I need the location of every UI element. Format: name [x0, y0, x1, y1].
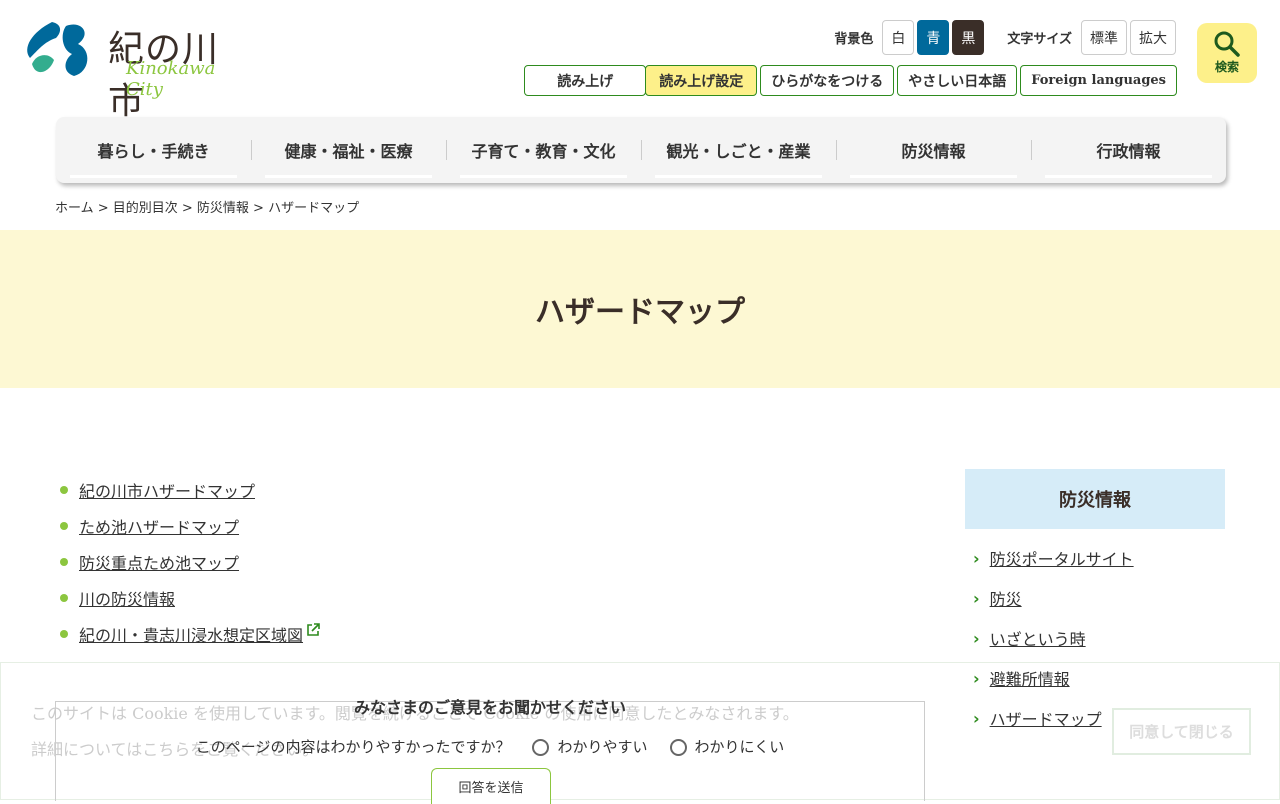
sidebar-item-portal[interactable]: › 防災ポータルサイト	[965, 538, 1134, 578]
nav-tourism[interactable]: 観光・しごと・産業	[641, 117, 836, 183]
read-aloud-button[interactable]: 読み上げ	[524, 65, 647, 96]
feedback-question: このページの内容はわかりやすかったですか？	[195, 738, 511, 756]
link-pond-hazard-map[interactable]: ため池ハザードマップ	[79, 514, 239, 538]
sidebar-item-label: 防災	[989, 590, 1022, 609]
font-size-label: 文字サイズ	[1007, 32, 1072, 47]
logo-mark-icon	[27, 22, 88, 76]
list-item: 紀の川市ハザードマップ	[60, 472, 320, 508]
nav-health[interactable]: 健康・福祉・医療	[251, 117, 446, 183]
sidebar-item-label: ハザードマップ	[989, 710, 1102, 729]
sidebar-item-disaster[interactable]: › 防災	[965, 578, 1134, 618]
chevron-right-icon: ›	[973, 668, 980, 688]
nav-living[interactable]: 暮らし・手続き	[56, 117, 251, 183]
nav-disaster[interactable]: 防災情報	[836, 117, 1031, 183]
easy-japanese-button[interactable]: やさしい日本語	[897, 65, 1018, 96]
sidebar-item-label: 防災ポータルサイト	[989, 550, 1134, 569]
bg-color-label: 背景色	[834, 32, 874, 47]
chevron-right-icon: ›	[973, 588, 980, 608]
hazard-links: 紀の川市ハザードマップ ため池ハザードマップ 防災重点ため池マップ 川の防災情報…	[60, 472, 320, 652]
chevron-right-icon: ›	[973, 628, 980, 648]
bg-white-button[interactable]: 白	[882, 20, 915, 55]
tool-buttons: 読み上げ 読み上げ設定 ひらがなをつける やさしい日本語 Foreign lan…	[524, 65, 1177, 96]
list-item: 防災重点ため池マップ	[60, 544, 320, 580]
global-nav: 暮らし・手続き 健康・福祉・医療 子育て・教育・文化 観光・しごと・産業 防災情…	[56, 117, 1226, 183]
submit-feedback-button[interactable]: 回答を送信	[431, 768, 551, 804]
page-title-band: ハザードマップ	[0, 230, 1280, 388]
link-flood-area-map[interactable]: 紀の川・貴志川浸水想定区域図	[79, 622, 303, 646]
sidebar-item-shelter[interactable]: › 避難所情報	[965, 658, 1134, 698]
foreign-languages-button[interactable]: Foreign languages	[1020, 65, 1177, 96]
sidebar: › 防災ポータルサイト › 防災 › いざという時 › 避難所情報 › ハザードマップ	[965, 538, 1134, 738]
breadcrumb[interactable]: ホーム > 目的別目次 > 防災情報 > ハザードマップ	[55, 197, 359, 216]
size-large-button[interactable]: 拡大	[1130, 20, 1176, 55]
radio-label: わかりやすい	[557, 738, 648, 756]
list-item: 川の防災情報	[60, 580, 320, 616]
search-button[interactable]: 検索	[1197, 23, 1257, 83]
list-item: ため池ハザードマップ	[60, 508, 320, 544]
chevron-right-icon: ›	[973, 708, 980, 728]
radio-easy[interactable]: わかりやすい	[532, 736, 648, 757]
sidebar-item-label: 避難所情報	[989, 670, 1070, 689]
sidebar-title: 防災情報	[965, 469, 1225, 529]
link-priority-pond-map[interactable]: 防災重点ため池マップ	[79, 550, 239, 574]
link-river-info[interactable]: 川の防災情報	[79, 586, 175, 610]
page-title: ハザードマップ	[535, 295, 745, 330]
bg-blue-button[interactable]: 青	[917, 20, 950, 55]
nav-education[interactable]: 子育て・教育・文化	[446, 117, 641, 183]
chevron-right-icon: ›	[973, 548, 980, 568]
sidebar-item-label: いざという時	[989, 630, 1086, 649]
size-standard-button[interactable]: 標準	[1081, 20, 1127, 55]
site-logo[interactable]: 紀の川市 Kinokawa City	[22, 20, 252, 122]
read-aloud-settings-button[interactable]: 読み上げ設定	[645, 65, 758, 96]
radio-icon[interactable]	[532, 739, 550, 756]
furigana-button[interactable]: ひらがなをつける	[760, 65, 895, 96]
sidebar-item-emergency[interactable]: › いざという時	[965, 618, 1134, 658]
sidebar-item-hazard-map[interactable]: › ハザードマップ	[965, 698, 1134, 738]
radio-icon[interactable]	[669, 739, 687, 756]
list-item: 紀の川・貴志川浸水想定区域図	[60, 616, 320, 652]
link-city-hazard-map[interactable]: 紀の川市ハザードマップ	[79, 478, 255, 502]
nav-administration[interactable]: 行政情報	[1031, 117, 1226, 183]
display-tools: 背景色 白 青 黒 文字サイズ 標準 拡大	[834, 20, 1176, 55]
bg-black-button[interactable]: 黒	[952, 20, 985, 55]
external-link-icon	[307, 623, 320, 636]
search-icon	[1214, 31, 1240, 57]
feedback-form: みなさまのご意見をお聞かせください このページの内容はわかりやすかったですか？ …	[55, 698, 925, 804]
search-label: 検索	[1214, 60, 1239, 74]
radio-hard[interactable]: わかりにくい	[669, 736, 785, 757]
feedback-title: みなさまのご意見をお聞かせください	[353, 698, 626, 717]
logo-sub: Kinokawa City	[126, 58, 216, 100]
radio-label: わかりにくい	[694, 738, 785, 756]
